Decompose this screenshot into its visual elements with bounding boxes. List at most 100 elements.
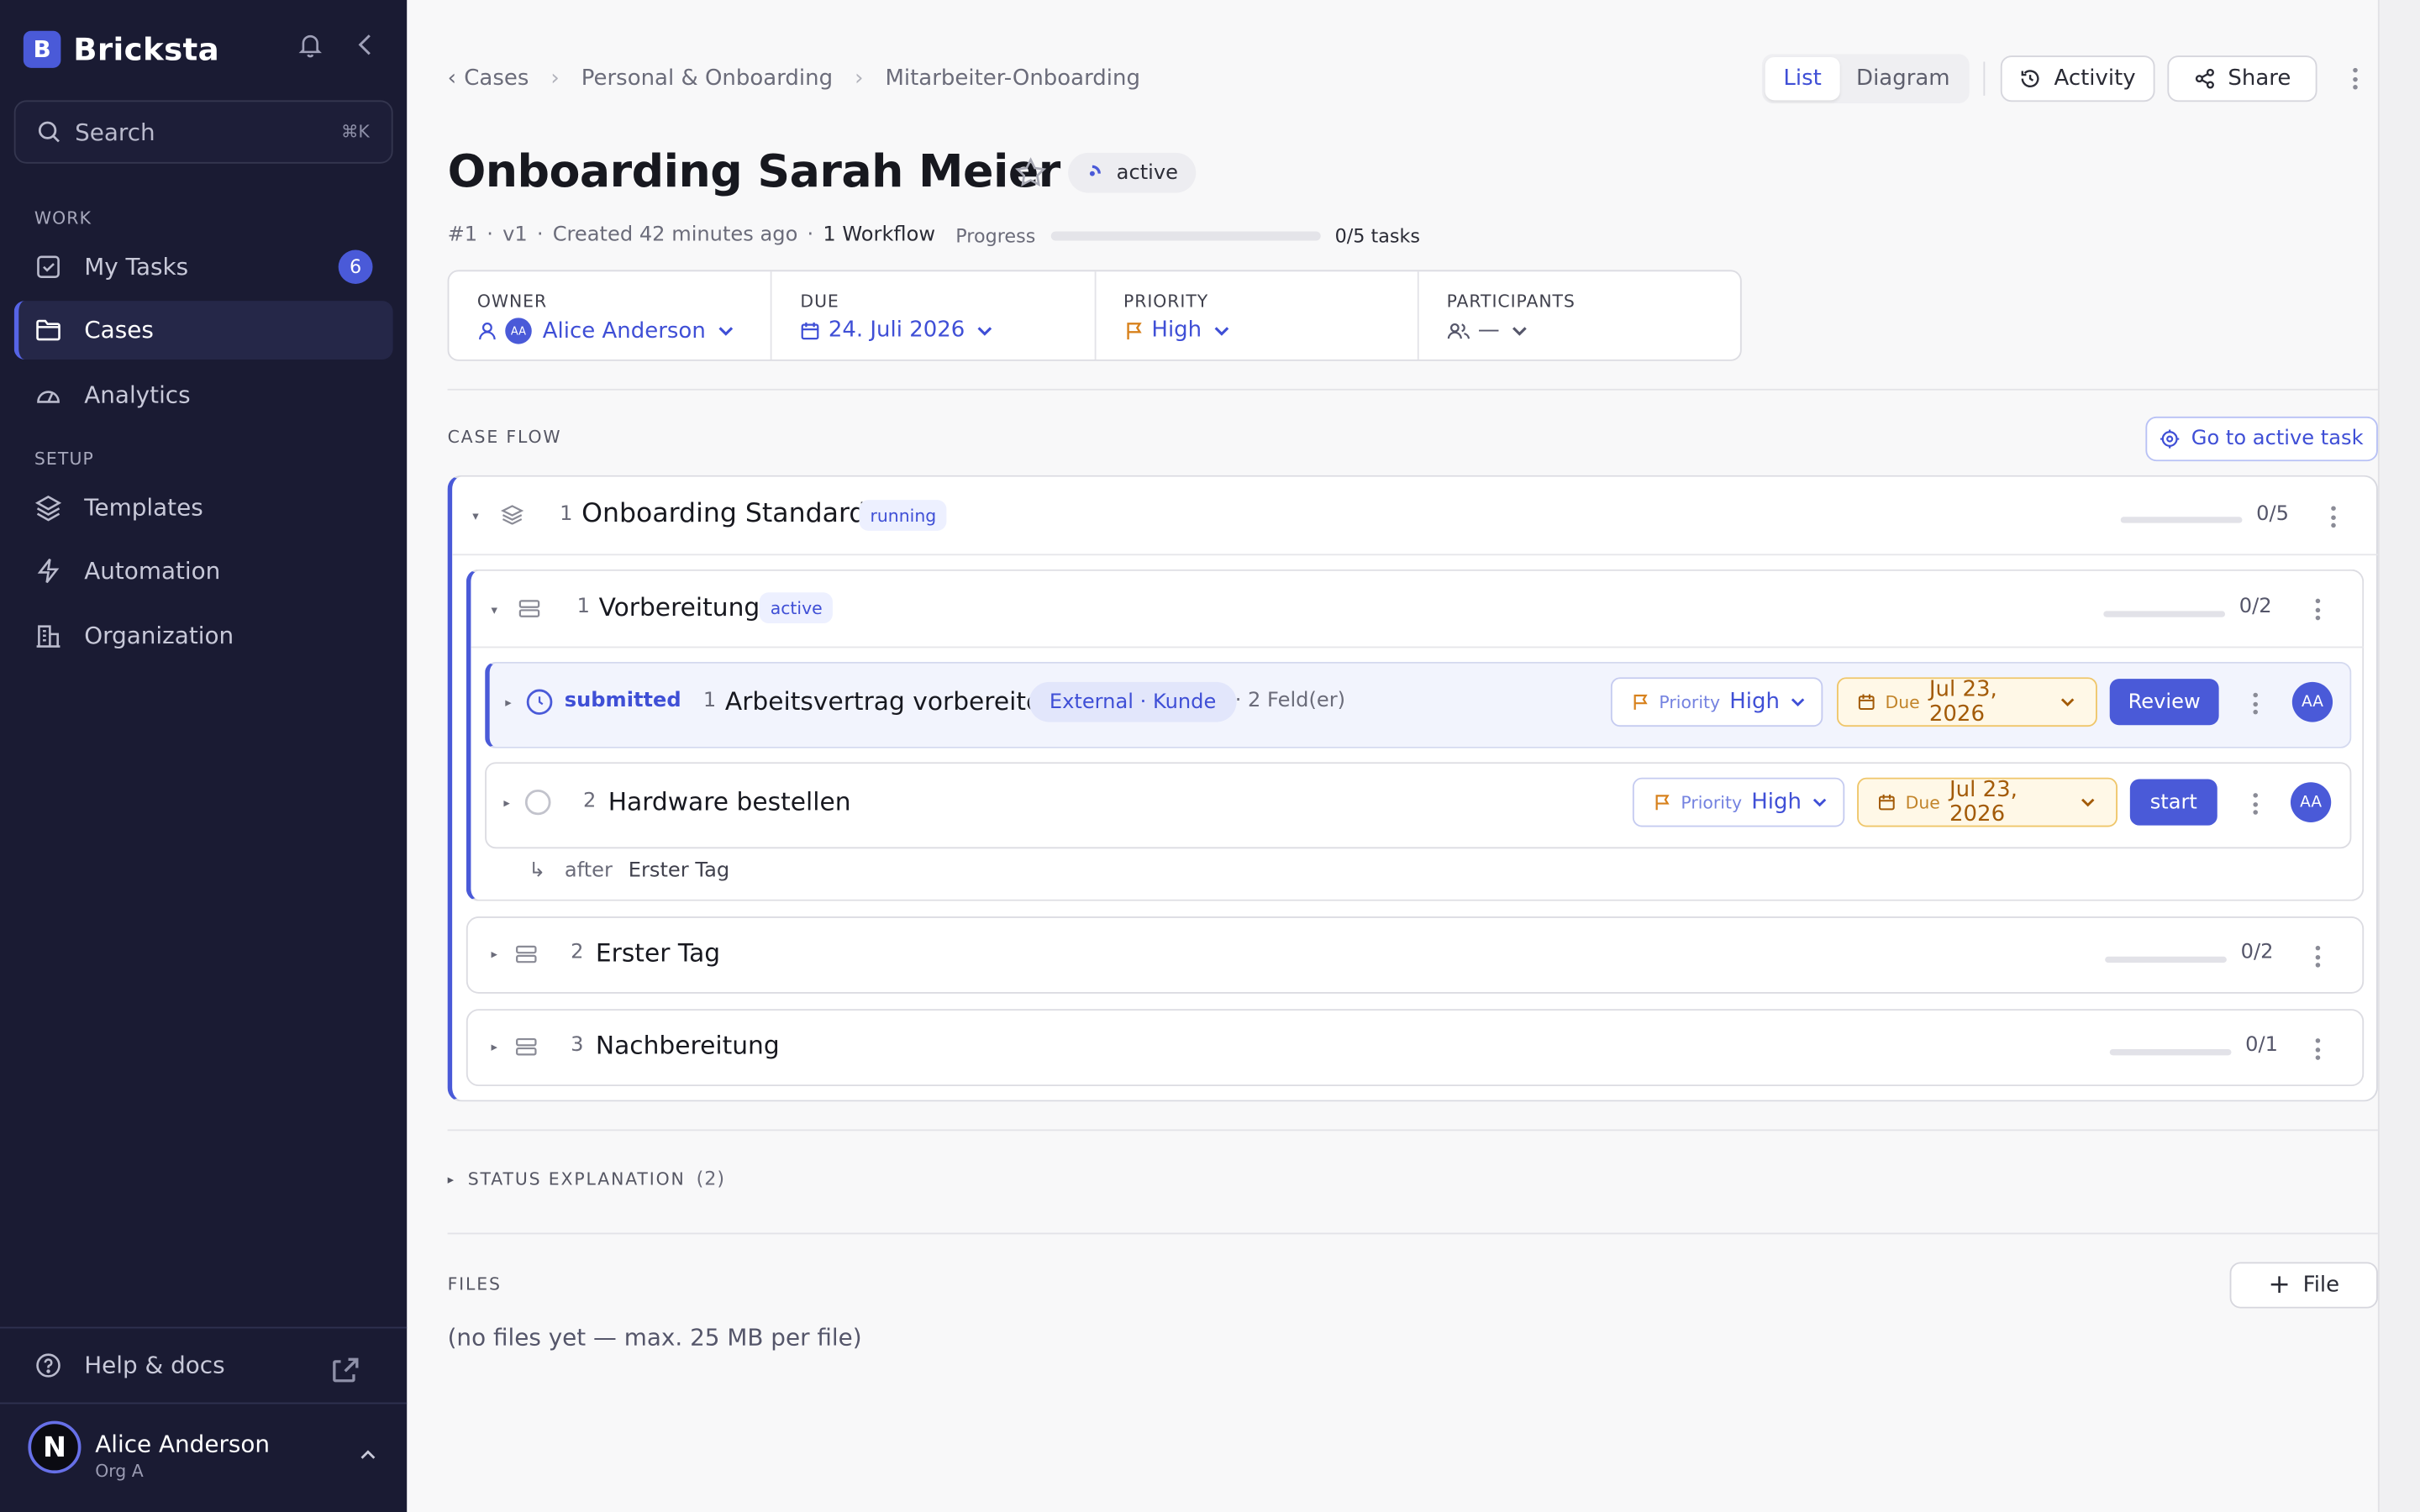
expand-caret-icon[interactable]: ▸: [505, 696, 511, 710]
stage-name[interactable]: Nachbereitung: [596, 1031, 780, 1060]
sidebar-item-cases[interactable]: Cases: [13, 301, 393, 360]
task-more-icon[interactable]: [2252, 692, 2258, 715]
sidebar-item-analytics[interactable]: Analytics: [14, 365, 393, 424]
review-button[interactable]: Review: [2109, 679, 2219, 726]
activity-button[interactable]: Activity: [2000, 55, 2155, 102]
chevron-left-icon[interactable]: ‹: [448, 66, 456, 91]
sidebar-divider: [0, 1326, 408, 1329]
task-more-icon[interactable]: [2252, 793, 2258, 815]
breadcrumb-personal-onboarding[interactable]: Personal & Onboarding: [581, 66, 833, 91]
task-row[interactable]: ▸ submitted 1 Arbeitsvertrag vorbereiten…: [485, 661, 2352, 748]
layers-icon: [500, 505, 524, 525]
return-arrow-icon: ↳: [529, 859, 546, 883]
status-explanation-toggle[interactable]: ▸ STATUS EXPLANATION (2): [448, 1168, 725, 1189]
task-status-label: submitted: [564, 690, 681, 713]
participants-field[interactable]: PARTICIPANTS —: [1418, 271, 1740, 360]
stage-more-icon[interactable]: [2314, 1038, 2320, 1060]
stage-number: 3: [571, 1033, 584, 1058]
stage-card[interactable]: ▸ 3 Nachbereitung 0/1: [466, 1009, 2365, 1087]
priority-label: Priority: [1659, 691, 1721, 712]
collapse-caret-icon[interactable]: ▾: [492, 603, 497, 617]
building-icon: [36, 625, 60, 648]
star-icon[interactable]: [1013, 156, 1048, 190]
priority-field[interactable]: PRIORITY High: [1096, 271, 1419, 360]
chevron-down-icon: [977, 326, 992, 335]
flag-icon: [1126, 322, 1141, 339]
share-label: Share: [2228, 66, 2291, 92]
stage-name[interactable]: Vorbereitung: [599, 592, 760, 622]
stage-card[interactable]: ▸ 2 Erster Tag 0/2: [466, 916, 2365, 994]
collapse-caret-icon[interactable]: ▾: [472, 509, 478, 523]
divider: [447, 388, 2378, 391]
workflow-divider: [452, 554, 2378, 556]
task-due-select[interactable]: Due Jul 23, 2026: [1857, 777, 2118, 827]
chevron-up-icon[interactable]: [359, 1446, 377, 1464]
bell-icon[interactable]: [297, 31, 324, 59]
assignee-avatar[interactable]: AA: [2290, 782, 2332, 822]
sidebar-item-automation[interactable]: Automation: [14, 542, 393, 601]
activity-label: Activity: [2054, 66, 2136, 92]
expand-caret-icon[interactable]: ▸: [492, 948, 497, 962]
user-avatar[interactable]: N: [28, 1420, 82, 1474]
breadcrumb-cases[interactable]: Cases: [464, 66, 529, 91]
task-name[interactable]: Arbeitsvertrag vorbereiten: [725, 686, 1057, 716]
brand[interactable]: B Bricksta: [23, 30, 219, 68]
collapse-sidebar-icon[interactable]: [354, 31, 376, 59]
more-menu-icon[interactable]: [2351, 67, 2357, 90]
due-value: 24. Juli 2026: [828, 318, 965, 343]
chevron-down-icon: [1813, 798, 1827, 807]
workflow-number: 1: [560, 502, 573, 527]
go-to-active-task-button[interactable]: Go to active task: [2145, 416, 2378, 462]
sidebar-item-label: Automation: [84, 557, 221, 585]
scrollbar[interactable]: [2377, 0, 2420, 1512]
assignee-avatar[interactable]: AA: [2291, 681, 2333, 722]
expand-caret-icon[interactable]: ▸: [492, 1040, 497, 1054]
calendar-icon: [802, 321, 819, 339]
sidebar-item-label: Templates: [84, 493, 203, 522]
status-text: active: [1116, 160, 1178, 185]
sidebar-item-templates[interactable]: Templates: [14, 478, 393, 537]
stage-more-icon[interactable]: [2314, 598, 2320, 621]
start-button[interactable]: start: [2129, 779, 2217, 826]
help-docs-link[interactable]: Help & docs: [14, 1336, 393, 1395]
dependency-target[interactable]: Erster Tag: [629, 859, 729, 883]
stage-name[interactable]: Erster Tag: [596, 938, 720, 968]
owner-field[interactable]: OWNER AA Alice Anderson: [449, 271, 773, 360]
chevron-down-icon: [2081, 798, 2095, 807]
my-tasks-count-badge: 6: [338, 249, 373, 284]
add-file-button[interactable]: + File: [2229, 1262, 2378, 1309]
share-button[interactable]: Share: [2167, 55, 2317, 102]
sidebar-item-organization[interactable]: Organization: [14, 606, 393, 665]
checkbox-icon: [37, 255, 60, 278]
case-workflows[interactable]: 1 Workflow: [823, 223, 935, 247]
task-name[interactable]: Hardware bestellen: [608, 787, 851, 816]
dependency-after-label: after: [564, 859, 613, 883]
status-explanation-count: (2): [696, 1168, 726, 1190]
search-icon: [38, 121, 60, 143]
expand-caret-icon[interactable]: ▸: [503, 796, 509, 811]
task-priority-select[interactable]: Priority High: [1632, 777, 1845, 827]
stage-more-icon[interactable]: [2314, 945, 2320, 968]
tab-diagram[interactable]: Diagram: [1840, 57, 1966, 100]
user-name[interactable]: Alice Anderson: [95, 1431, 270, 1458]
open-status-icon[interactable]: [524, 789, 552, 816]
chevron-down-icon: [1791, 698, 1805, 707]
due-field[interactable]: DUE 24. Juli 2026: [772, 271, 1096, 360]
help-icon: [36, 1353, 60, 1378]
stage-card: ▾ 1 Vorbereitung active 0/2 ▸ submitted …: [466, 569, 2365, 901]
search-input[interactable]: Search ⌘K: [13, 100, 393, 164]
user-icon: [479, 323, 496, 340]
workflow-name[interactable]: Onboarding Standard: [581, 498, 865, 529]
task-priority-select[interactable]: Priority High: [1610, 677, 1823, 727]
task-row[interactable]: ▸ 2 Hardware bestellen Priority High Due…: [485, 762, 2352, 849]
workflow-more-icon[interactable]: [2329, 506, 2335, 528]
brand-logo: B: [23, 30, 61, 68]
status-spinner-icon: [1089, 164, 1101, 176]
task-due-select[interactable]: Due Jul 23, 2026: [1836, 677, 2097, 727]
sidebar-item-my-tasks[interactable]: My Tasks 6: [14, 238, 393, 297]
breadcrumb-mitarbeiter-onboarding[interactable]: Mitarbeiter-Onboarding: [885, 66, 1140, 91]
participants-value: —: [1477, 318, 1500, 343]
case-progress-text: 0/5 tasks: [1334, 224, 1420, 246]
task-number: 1: [702, 690, 717, 713]
tab-list[interactable]: List: [1765, 56, 1840, 101]
